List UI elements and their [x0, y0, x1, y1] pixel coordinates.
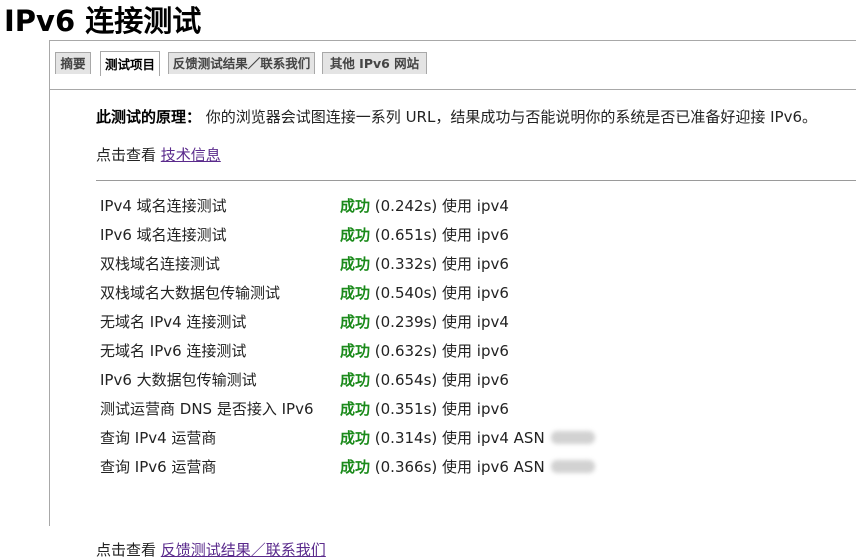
- status-success: 成功: [340, 458, 371, 476]
- content-frame: 摘要 测试项目 反馈测试结果／联系我们 其他 IPv6 网站 此测试的原理： 你…: [49, 40, 856, 559]
- test-name: 查询 IPv6 运营商: [100, 458, 217, 476]
- test-result: 成功 (0.651s) 使用 ipv6: [340, 225, 509, 245]
- test-name: 无域名 IPv4 连接测试: [100, 313, 247, 331]
- result-row: 无域名 IPv6 连接测试 成功 (0.632s) 使用 ipv6: [100, 341, 800, 370]
- results-table: IPv4 域名连接测试 成功 (0.242s) 使用 ipv4 IPv6 域名连…: [100, 196, 800, 486]
- tech-info-link[interactable]: 技术信息: [161, 146, 221, 164]
- test-name: IPv6 大数据包传输测试: [100, 371, 257, 389]
- test-detail: (0.242s) 使用 ipv4: [370, 197, 509, 215]
- principle-text: 你的浏览器会试图连接一系列 URL，结果成功与否能说明你的系统是否已准备好迎接 …: [205, 108, 817, 126]
- result-row: 双栈域名大数据包传输测试 成功 (0.540s) 使用 ipv6: [100, 283, 800, 312]
- status-success: 成功: [340, 429, 371, 447]
- test-detail: (0.540s) 使用 ipv6: [370, 284, 509, 302]
- result-row: IPv4 域名连接测试 成功 (0.242s) 使用 ipv4: [100, 196, 800, 225]
- test-name: 无域名 IPv6 连接测试: [100, 342, 247, 360]
- status-success: 成功: [340, 313, 371, 331]
- status-success: 成功: [340, 226, 371, 244]
- test-name: 查询 IPv4 运营商: [100, 429, 217, 447]
- status-success: 成功: [340, 284, 371, 302]
- result-row: 无域名 IPv4 连接测试 成功 (0.239s) 使用 ipv4: [100, 312, 800, 341]
- test-result: 成功 (0.540s) 使用 ipv6: [340, 283, 509, 303]
- tab-divider: [50, 89, 856, 90]
- test-principle: 此测试的原理： 你的浏览器会试图连接一系列 URL，结果成功与否能说明你的系统是…: [96, 107, 817, 127]
- test-detail: (0.366s) 使用 ipv6 ASN: [370, 458, 545, 476]
- result-row: IPv6 大数据包传输测试 成功 (0.654s) 使用 ipv6: [100, 370, 800, 399]
- tab-feedback-contact[interactable]: 反馈测试结果／联系我们: [168, 52, 315, 74]
- result-row: 测试运营商 DNS 是否接入 IPv6 成功 (0.351s) 使用 ipv6: [100, 399, 800, 428]
- test-result: 成功 (0.351s) 使用 ipv6: [340, 399, 509, 419]
- status-success: 成功: [340, 342, 371, 360]
- tab-summary[interactable]: 摘要: [55, 52, 91, 74]
- result-row: 查询 IPv4 运营商 成功 (0.314s) 使用 ipv4 ASN: [100, 428, 800, 457]
- test-name: IPv6 域名连接测试: [100, 226, 227, 244]
- principle-label: 此测试的原理：: [96, 108, 202, 126]
- feedback-prefix: 点击查看: [96, 541, 161, 559]
- test-detail: (0.239s) 使用 ipv4: [370, 313, 509, 331]
- result-row: IPv6 域名连接测试 成功 (0.651s) 使用 ipv6: [100, 225, 800, 254]
- tech-info-prefix: 点击查看: [96, 146, 161, 164]
- test-name: 测试运营商 DNS 是否接入 IPv6: [100, 400, 314, 418]
- status-success: 成功: [340, 400, 371, 418]
- test-result: 成功 (0.242s) 使用 ipv4: [340, 196, 509, 216]
- result-row: 双栈域名连接测试 成功 (0.332s) 使用 ipv6: [100, 254, 800, 283]
- test-result: 成功 (0.314s) 使用 ipv4 ASN: [340, 428, 595, 448]
- status-success: 成功: [340, 371, 371, 389]
- page-title: IPv6 连接测试: [4, 4, 202, 38]
- test-name: IPv4 域名连接测试: [100, 197, 227, 215]
- tech-info-line: 点击查看 技术信息: [96, 145, 221, 165]
- test-result: 成功 (0.654s) 使用 ipv6: [340, 370, 509, 390]
- feedback-contact-link[interactable]: 反馈测试结果／联系我们: [161, 541, 326, 559]
- test-detail: (0.332s) 使用 ipv6: [370, 255, 509, 273]
- asn-redacted: [550, 460, 595, 473]
- test-name: 双栈域名连接测试: [100, 255, 221, 273]
- test-detail: (0.351s) 使用 ipv6: [370, 400, 509, 418]
- result-row: 查询 IPv6 运营商 成功 (0.366s) 使用 ipv6 ASN: [100, 457, 800, 486]
- tab-other-ipv6-sites[interactable]: 其他 IPv6 网站: [322, 52, 427, 74]
- asn-redacted: [550, 431, 595, 444]
- section-divider: [96, 180, 856, 181]
- test-detail: (0.651s) 使用 ipv6: [370, 226, 509, 244]
- tab-bar: 摘要 测试项目 反馈测试结果／联系我们 其他 IPv6 网站: [55, 51, 855, 77]
- test-detail: (0.314s) 使用 ipv4 ASN: [370, 429, 545, 447]
- test-result: 成功 (0.239s) 使用 ipv4: [340, 312, 509, 332]
- status-success: 成功: [340, 255, 371, 273]
- test-result: 成功 (0.632s) 使用 ipv6: [340, 341, 509, 361]
- feedback-line: 点击查看 反馈测试结果／联系我们: [96, 540, 326, 560]
- status-success: 成功: [340, 197, 371, 215]
- test-detail: (0.654s) 使用 ipv6: [370, 371, 509, 389]
- tab-test-items[interactable]: 测试项目: [100, 51, 160, 76]
- test-result: 成功 (0.332s) 使用 ipv6: [340, 254, 509, 274]
- test-detail: (0.632s) 使用 ipv6: [370, 342, 509, 360]
- test-result: 成功 (0.366s) 使用 ipv6 ASN: [340, 457, 595, 477]
- test-name: 双栈域名大数据包传输测试: [100, 284, 281, 302]
